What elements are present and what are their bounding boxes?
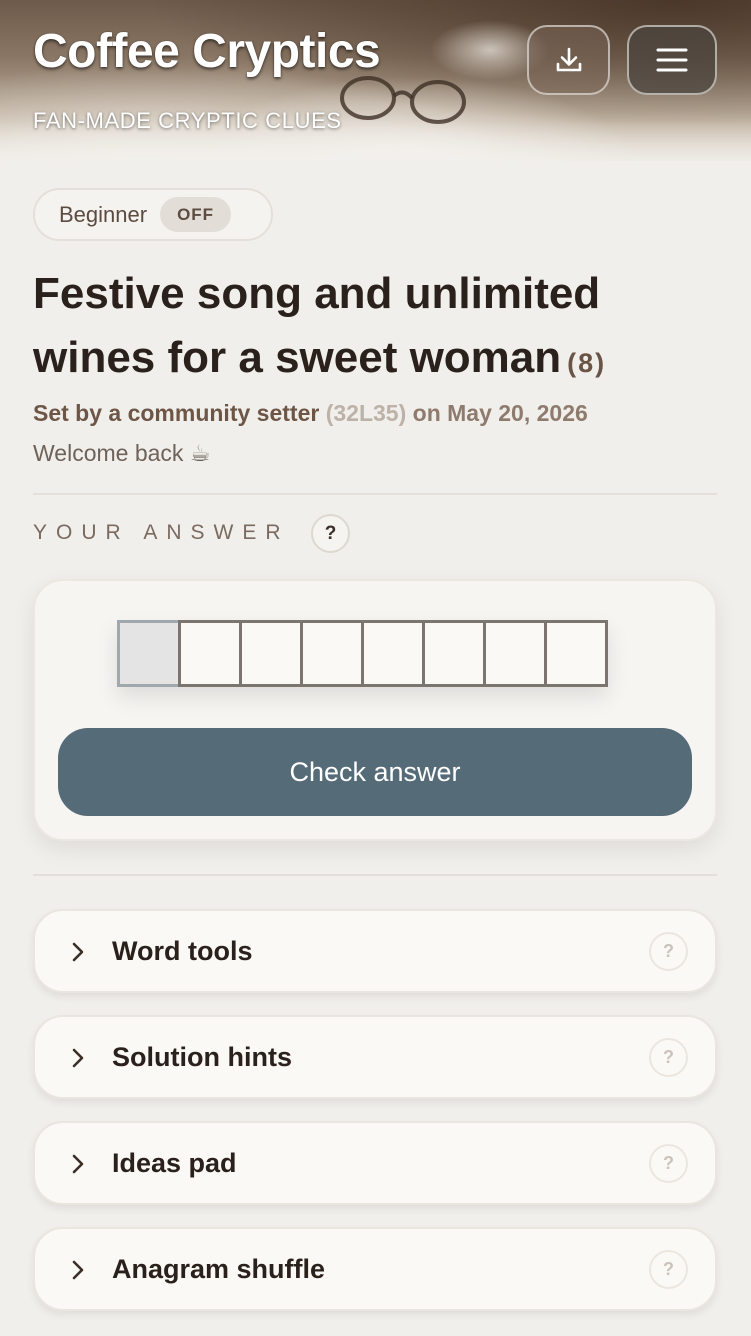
hamburger-menu-icon xyxy=(656,48,688,72)
chevron-right-icon xyxy=(72,942,84,962)
welcome-text: Welcome back xyxy=(33,440,184,466)
divider xyxy=(33,874,717,876)
ideas-pad-panel[interactable]: Ideas pad ? xyxy=(33,1121,717,1205)
app-subtitle: FAN-MADE CRYPTIC CLUES xyxy=(33,108,342,133)
answer-letter-cell[interactable] xyxy=(483,620,547,687)
beginner-mode-toggle[interactable]: Beginner OFF xyxy=(33,188,273,241)
solution-hints-panel[interactable]: Solution hints ? xyxy=(33,1015,717,1099)
panel-title: Word tools xyxy=(112,935,253,966)
menu-button[interactable] xyxy=(627,25,717,95)
answer-letter-cell[interactable] xyxy=(422,620,486,687)
answer-help-button[interactable]: ? xyxy=(311,514,350,553)
divider xyxy=(33,493,717,495)
setter-prefix: Set by a community setter xyxy=(33,400,320,426)
panel-title: Anagram shuffle xyxy=(112,1253,326,1284)
answer-letter-cell[interactable] xyxy=(544,620,608,687)
your-answer-label: YOUR ANSWER xyxy=(33,521,290,544)
chevron-right-icon xyxy=(72,1260,84,1280)
setter-code: (32L35) xyxy=(325,400,407,426)
clue-text-block: Festive song and unlimited wines for a s… xyxy=(33,262,723,395)
ideas-pad-help-button[interactable]: ? xyxy=(649,1143,688,1183)
answer-letter-cell[interactable] xyxy=(117,620,181,687)
download-button[interactable] xyxy=(527,25,610,95)
download-icon xyxy=(556,47,581,72)
anagram-shuffle-panel[interactable]: Anagram shuffle ? xyxy=(33,1227,717,1311)
panel-title: Solution hints xyxy=(112,1041,292,1072)
clue-date: on May 20, 2026 xyxy=(412,400,588,426)
welcome-message: Welcome back ☕ xyxy=(33,440,210,467)
chevron-right-icon xyxy=(72,1048,84,1068)
app-header: Coffee Cryptics FAN-MADE CRYPTIC CLUES xyxy=(0,0,751,161)
answer-letter-cell[interactable] xyxy=(300,620,364,687)
app-title: Coffee Cryptics xyxy=(33,25,381,78)
answer-letter-cell[interactable] xyxy=(178,620,242,687)
answer-grid xyxy=(117,620,608,687)
answer-letter-cell[interactable] xyxy=(239,620,303,687)
setter-info: Set by a community setter (32L35) on May… xyxy=(33,400,588,427)
clue-text: Festive song and unlimited wines for a s… xyxy=(33,269,601,382)
anagram-shuffle-help-button[interactable]: ? xyxy=(649,1249,688,1289)
panel-title: Ideas pad xyxy=(112,1147,237,1178)
word-tools-help-button[interactable]: ? xyxy=(649,931,688,971)
solution-hints-help-button[interactable]: ? xyxy=(649,1037,688,1077)
page: Coffee Cryptics FAN-MADE CRYPTIC CLUES B… xyxy=(0,0,751,1336)
beginner-mode-label: Beginner xyxy=(59,201,148,227)
beginner-mode-status: OFF xyxy=(160,197,232,232)
check-answer-button[interactable]: Check answer xyxy=(58,728,692,816)
clue-length: (8) xyxy=(567,348,607,378)
chevron-right-icon xyxy=(72,1154,84,1174)
coffee-cup-icon: ☕ xyxy=(189,440,211,466)
answer-letter-cell[interactable] xyxy=(361,620,425,687)
word-tools-panel[interactable]: Word tools ? xyxy=(33,909,717,993)
